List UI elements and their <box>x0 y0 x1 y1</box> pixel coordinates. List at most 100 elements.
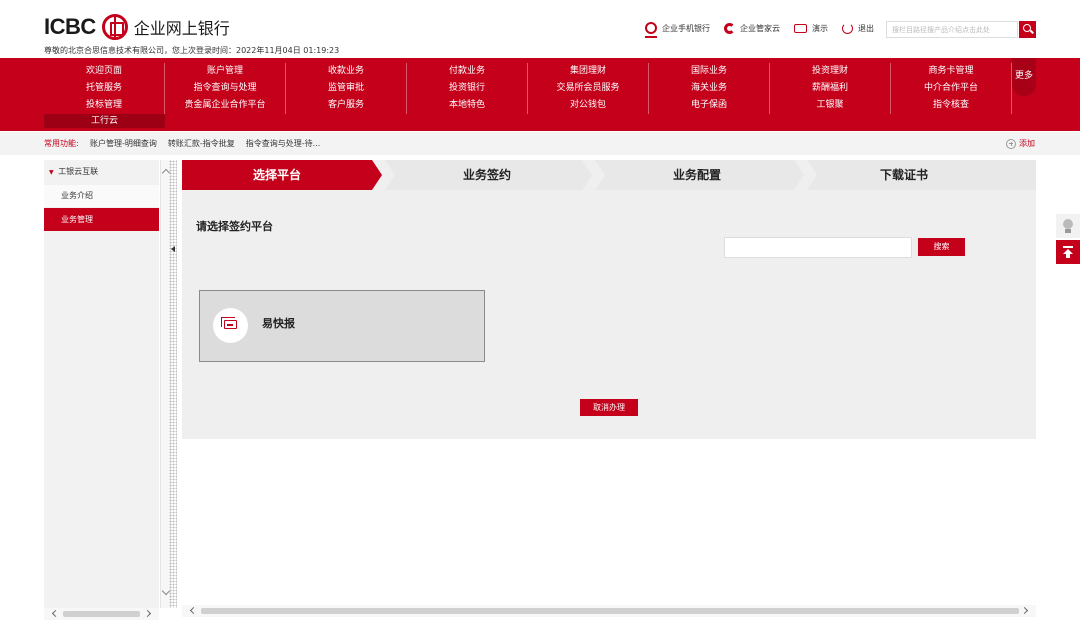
demo-link[interactable]: 演示 <box>794 23 828 34</box>
common-link[interactable]: 账户管理-明细查询 <box>90 132 157 155</box>
platform-name: 易快报 <box>262 317 295 330</box>
butler-cloud-icon <box>724 22 735 34</box>
menu-item[interactable]: 收款业务 <box>286 63 406 80</box>
back-to-top-button[interactable] <box>1056 240 1080 264</box>
scroll-right-icon[interactable] <box>143 609 152 618</box>
butler-cloud-label: 企业管家云 <box>740 23 780 33</box>
plus-circle-icon <box>1006 138 1016 149</box>
collapse-arrow-icon[interactable] <box>171 246 175 252</box>
menu-item[interactable]: 集团理财 <box>528 63 648 80</box>
logout-label: 退出 <box>858 23 874 33</box>
add-label: 添加 <box>1019 139 1035 148</box>
caret-down-icon: ▼ <box>49 169 54 176</box>
menu-column: 集团理财 交易所会员服务 对公钱包 <box>528 63 649 114</box>
menu-item[interactable]: 贵金属企业合作平台 <box>165 97 285 114</box>
header-tools: 企业手机银行 企业管家云 演示 退出 <box>631 22 874 38</box>
menu-item[interactable]: 国际业务 <box>649 63 769 80</box>
platform-avatar <box>213 308 248 343</box>
welcome-text: 尊敬的北京合思信息技术有限公司，您上次登录时间：2022年11月04日 01:1… <box>44 46 340 55</box>
common-functions-label: 常用功能: <box>44 139 79 148</box>
top-search-button[interactable] <box>1019 21 1036 38</box>
lightbulb-base <box>1065 229 1071 233</box>
menu-column: 投资理财 薪酬福利 工银聚 <box>770 63 891 114</box>
demo-label: 演示 <box>812 23 828 33</box>
common-link[interactable]: 转账汇款-指令批复 <box>168 132 235 155</box>
mobile-bank-link[interactable]: 企业手机银行 <box>645 22 710 38</box>
menu-column: 欢迎页面 托管服务 投标管理 <box>44 63 165 114</box>
step-download-cert: 下载证书 <box>879 168 928 182</box>
menu-column: 付款业务 投资银行 本地特色 <box>407 63 528 114</box>
step-business-config: 业务配置 <box>672 168 721 182</box>
menu-item[interactable]: 付款业务 <box>407 63 527 80</box>
logo-text: ICBC <box>44 14 96 39</box>
menu-item-icbc-cloud[interactable]: 工行云 <box>44 114 165 128</box>
menu-item[interactable]: 账户管理 <box>165 63 285 80</box>
mobile-bank-label: 企业手机银行 <box>662 23 710 33</box>
platform-card[interactable]: 易快报 <box>199 290 485 362</box>
sidebar-item-management[interactable]: 业务管理 <box>44 208 159 231</box>
main-panel: 选择平台 业务签约 业务配置 下载证书 请选择签约平台 搜索 易快报 取消办理 <box>182 160 1036 439</box>
step-select-platform: 选择平台 <box>252 168 301 182</box>
menu-column: 账户管理 指令查询与处理 贵金属企业合作平台 <box>165 63 286 114</box>
top-search-input[interactable]: 搜栏目路径搜产品介绍点击此处 <box>886 21 1018 38</box>
platform-search-button[interactable]: 搜索 <box>918 238 965 256</box>
scroll-left-icon[interactable] <box>51 609 60 618</box>
menu-item[interactable]: 交易所会员服务 <box>528 80 648 97</box>
sidebar: ▼ 工银云互联 业务介绍 业务管理 <box>44 160 173 620</box>
sidebar-horizontal-scrollbar[interactable] <box>44 608 159 620</box>
icbc-logo-icon <box>101 14 128 40</box>
scroll-left-icon[interactable] <box>189 606 198 615</box>
main-horizontal-scrollbar[interactable] <box>182 605 1036 617</box>
butler-cloud-link[interactable]: 企业管家云 <box>724 22 780 34</box>
cancel-button[interactable]: 取消办理 <box>580 399 638 416</box>
pane-splitter[interactable] <box>169 160 177 608</box>
more-menu-button[interactable]: 更多 <box>1012 58 1036 96</box>
menu-item[interactable]: 工银聚 <box>770 97 890 114</box>
scrollbar-thumb[interactable] <box>201 608 1019 614</box>
arrow-stem <box>1066 253 1070 258</box>
step-business-signing: 业务签约 <box>462 168 511 182</box>
scroll-right-icon[interactable] <box>1020 606 1029 615</box>
menu-item[interactable]: 薪酬福利 <box>770 80 890 97</box>
menu-item[interactable]: 对公钱包 <box>528 97 648 114</box>
common-link[interactable]: 指令查询与处理-待... <box>246 132 321 155</box>
sidebar-panel: ▼ 工银云互联 业务介绍 业务管理 <box>44 160 159 608</box>
menu-item[interactable]: 投标管理 <box>44 97 164 114</box>
common-functions-links: 账户管理-明细查询 转账汇款-指令批复 指令查询与处理-待... <box>90 132 331 155</box>
top-bar-icon <box>1063 246 1073 248</box>
platform-search-input[interactable] <box>724 237 912 258</box>
menu-item[interactable]: 本地特色 <box>407 97 527 114</box>
common-functions-bar: 常用功能: 账户管理-明细查询 转账汇款-指令批复 指令查询与处理-待... 添… <box>0 132 1080 155</box>
menu-column: 商务卡管理 中介合作平台 指令核查 <box>891 63 1012 114</box>
menu-column: 国际业务 海关业务 电子保函 <box>649 63 770 114</box>
menu-item[interactable]: 商务卡管理 <box>891 63 1011 80</box>
tips-button[interactable] <box>1056 214 1080 238</box>
menu-item[interactable]: 投资银行 <box>407 80 527 97</box>
logo-cn-text: 企业网上银行 <box>133 19 230 38</box>
add-common-function[interactable]: 添加 <box>1006 132 1035 155</box>
search-icon <box>1023 24 1031 32</box>
power-icon <box>842 22 853 34</box>
logo[interactable]: ICBC 企业网上银行 <box>44 14 230 40</box>
menu-item[interactable]: 指令查询与处理 <box>165 80 285 97</box>
menu-item[interactable]: 指令核查 <box>891 97 1011 114</box>
cards-icon <box>221 317 237 329</box>
menu-item[interactable]: 客户服务 <box>286 97 406 114</box>
demo-icon <box>794 23 807 33</box>
menu-item[interactable]: 中介合作平台 <box>891 80 1011 97</box>
sidebar-item-intro[interactable]: 业务介绍 <box>44 185 159 207</box>
header: ICBC 企业网上银行 尊敬的北京合思信息技术有限公司，您上次登录时间：2022… <box>0 0 1080 58</box>
sidebar-group-header[interactable]: ▼ 工银云互联 <box>44 160 159 184</box>
menu-item[interactable]: 监管审批 <box>286 80 406 97</box>
mobile-bank-icon <box>645 22 657 38</box>
scrollbar-thumb[interactable] <box>63 611 140 617</box>
sidebar-group-label: 工银云互联 <box>58 167 99 176</box>
menu-item[interactable]: 投资理财 <box>770 63 890 80</box>
menu-column: 收款业务 监管审批 客户服务 <box>286 63 407 114</box>
logout-link[interactable]: 退出 <box>842 22 874 34</box>
page-title: 请选择签约平台 <box>196 220 273 233</box>
menu-item[interactable]: 托管服务 <box>44 80 164 97</box>
menu-item[interactable]: 电子保函 <box>649 97 769 114</box>
menu-item[interactable]: 海关业务 <box>649 80 769 97</box>
menu-item[interactable]: 欢迎页面 <box>44 63 164 80</box>
